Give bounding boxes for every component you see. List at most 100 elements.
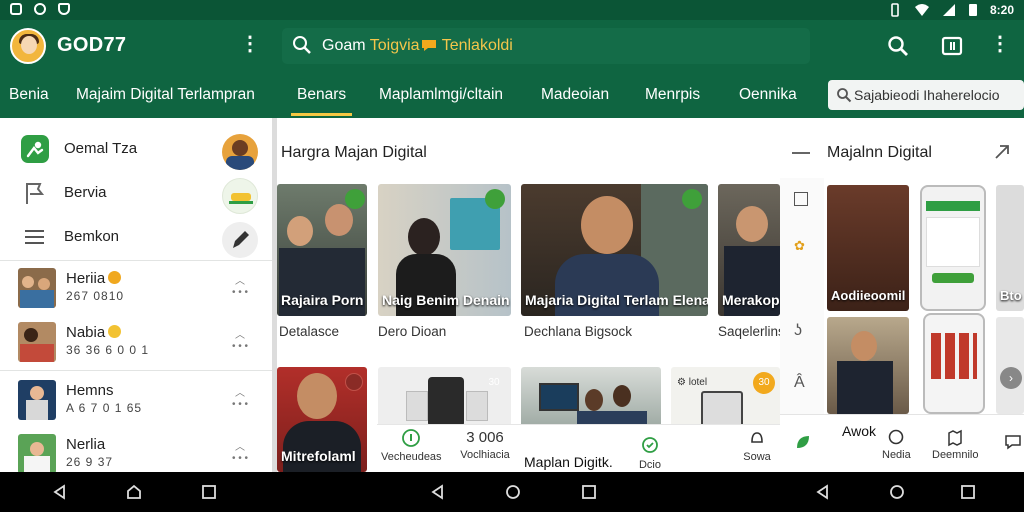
home-icon[interactable] (505, 484, 521, 500)
more-vert-icon[interactable]: ⋮ (240, 34, 260, 54)
left-drawer: Oemal Tza Bervia Bemkon Heriia 267 0810 … (0, 118, 272, 474)
image-card[interactable]: Rajaira Porn (277, 184, 367, 316)
image-card[interactable]: Mitrefolaml (277, 367, 367, 472)
contact-name: Hemns (66, 382, 114, 399)
list-icon (25, 230, 44, 244)
message-icon[interactable] (1004, 433, 1022, 451)
nav-item-awok[interactable]: Awok (842, 423, 876, 439)
logo-face (21, 36, 37, 54)
search-text-highlight: Toigvia (369, 37, 420, 54)
image-card[interactable]: Majaria Digital Terlam Elenal (521, 184, 708, 316)
home-icon[interactable] (126, 484, 142, 500)
more-vert-icon[interactable]: ⋮ (990, 34, 1010, 58)
phone-mockup[interactable] (923, 313, 985, 414)
vibrate-icon (891, 3, 899, 17)
image-card[interactable] (827, 317, 909, 414)
app-window: 8:20 GOD77 ⋮ Goam Toigvia Tenlakoldi ⋮ B… (0, 0, 1024, 512)
system-icons: 8:20 (888, 3, 1014, 17)
map-icon (948, 429, 962, 447)
tab-menrpis[interactable]: Menrpis (645, 86, 700, 104)
recents-icon[interactable] (960, 484, 976, 500)
bell-icon (751, 432, 763, 443)
verified-badge-icon (345, 189, 365, 209)
tab-oennika[interactable]: Oennika (739, 86, 797, 104)
search-bar[interactable]: Goam Toigvia Tenlakoldi (282, 28, 810, 64)
verified-badge-icon (682, 189, 702, 209)
arrow-up-right-icon[interactable] (992, 142, 1012, 162)
drawer-item[interactable]: Bemkon (0, 214, 272, 258)
image-card[interactable]: ⚙ lotel 30 (671, 367, 780, 427)
image-card[interactable]: › (996, 317, 1024, 414)
card-caption: Maplan Digitk. (524, 454, 613, 470)
chevron-right-icon[interactable]: › (1000, 367, 1022, 389)
people-icon (21, 135, 49, 163)
app-title: GOD77 (57, 34, 127, 56)
card-caption: Mitrefolaml (281, 448, 356, 464)
tab-maplam[interactable]: Maplamlmgi/cltain (379, 86, 503, 104)
drawer-item[interactable]: Bervia (0, 170, 272, 214)
recents-icon[interactable] (201, 484, 217, 500)
search-query[interactable]: Goam Toigvia Tenlakoldi (322, 37, 513, 55)
tab-search-placeholder: Sajabieodi Ihaherelocio (854, 87, 1000, 103)
action-item[interactable]: Dcio (635, 437, 665, 471)
contact-number: 36 36 6 0 0 1 (66, 343, 150, 357)
tab-benia[interactable]: Benia (9, 86, 49, 104)
wifi-icon (914, 4, 929, 16)
contact-thumbnail (18, 434, 56, 474)
info-icon (402, 429, 420, 447)
contact-name: Nerlia (66, 436, 106, 453)
drawer-item[interactable]: Oemal Tza (0, 126, 272, 170)
list-item[interactable]: Hemns A 6 7 0 1 65 ︿ • • • (0, 376, 272, 428)
image-card[interactable]: Aodiieoomil (827, 185, 909, 311)
tab-search-field[interactable]: Sajabieodi Ihaherelocio (828, 80, 1024, 110)
count-badge: 30 (488, 377, 500, 388)
nav-item-deemnilo[interactable]: Deemnilo (932, 429, 978, 461)
flag-icon (26, 183, 45, 204)
checkbox-icon[interactable] (794, 192, 808, 206)
contact-thumbnail (18, 322, 56, 362)
phone-mockup[interactable] (920, 185, 986, 311)
divider (0, 370, 272, 371)
leaf-icon[interactable] (794, 433, 812, 451)
main-content: Hargra Majan Digital Rajaira Porn Detala… (277, 118, 785, 472)
chevron-up-icon[interactable]: ︿ • • • (226, 272, 254, 300)
search-text-prefix: Goam (322, 37, 370, 54)
image-card[interactable]: Naig Benim Denain (378, 184, 511, 316)
image-card[interactable]: Bto (996, 185, 1024, 311)
minus-icon[interactable] (792, 152, 810, 154)
drawer-item-label: Bemkon (64, 228, 120, 245)
tab-icon[interactable] (940, 34, 964, 58)
contact-name: Heriia (66, 270, 122, 287)
hook-icon[interactable]: ʖ (794, 322, 802, 340)
tab-madeoian[interactable]: Madeoian (541, 86, 609, 104)
star-icon[interactable]: ✿ (794, 238, 805, 254)
app-logo[interactable] (10, 28, 46, 64)
nav-item-nedia[interactable]: Nedia (882, 429, 911, 461)
avatar[interactable] (222, 178, 258, 214)
home-icon[interactable] (889, 484, 905, 500)
app-label: ⚙ lotel (677, 377, 708, 388)
recents-icon[interactable] (581, 484, 597, 500)
action-item[interactable]: 3 006 Voclhiacia (455, 429, 515, 461)
edit-icon[interactable] (222, 222, 258, 258)
back-icon[interactable] (430, 484, 446, 500)
list-item[interactable]: Heriia 267 0810 ︿ • • • (0, 264, 272, 316)
back-icon[interactable] (815, 484, 831, 500)
count-badge: 30 (753, 372, 775, 394)
section-title: Hargra Majan Digital (281, 144, 427, 161)
action-item[interactable]: Vecheudeas (381, 429, 442, 463)
search-icon (293, 36, 311, 54)
chevron-up-icon[interactable]: ︿ • • • (226, 438, 254, 466)
chevron-up-icon[interactable]: ︿ • • • (226, 384, 254, 412)
chevron-up-icon[interactable]: ︿ • • • (226, 326, 254, 354)
tab-majaim-digital[interactable]: Majaim Digital Terlampran (76, 86, 255, 104)
avatar[interactable] (222, 134, 258, 170)
action-item[interactable]: Sowa (737, 429, 777, 463)
card-subtitle: Detalasce (279, 324, 340, 339)
list-item[interactable]: Nabia 36 36 6 0 0 1 ︿ • • • (0, 318, 272, 370)
search-icon[interactable] (886, 34, 910, 58)
image-card[interactable]: Merakop (718, 184, 780, 316)
tab-benars[interactable]: Benars (290, 86, 353, 116)
text-icon[interactable]: Â (794, 374, 805, 392)
back-icon[interactable] (52, 484, 68, 500)
